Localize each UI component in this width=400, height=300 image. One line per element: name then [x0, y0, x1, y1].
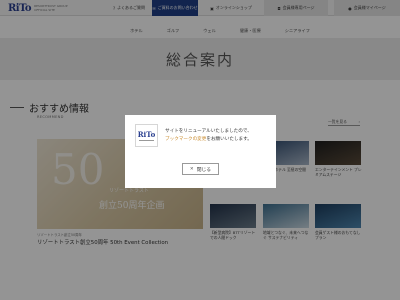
modal-logo-divider [139, 140, 154, 141]
close-button[interactable]: ✕ 閉じる [182, 163, 219, 175]
renewal-notice-modal: RiTo サイトをリニューアルいたしましたので、 ブックマークの変更をお願いいた… [125, 115, 276, 188]
modal-logo-mark: RiTo [137, 130, 156, 139]
modal-logo: RiTo [135, 124, 158, 147]
modal-message-line2: ブックマークの変更をお願いいたします。 [165, 136, 252, 142]
close-label: 閉じる [196, 167, 212, 173]
modal-message-rest: をお願いいたします。 [206, 137, 252, 142]
close-icon: ✕ [189, 166, 194, 172]
modal-message-highlight: ブックマークの変更 [165, 137, 207, 142]
modal-message-line1: サイトをリニューアルいたしましたので、 [165, 129, 252, 134]
